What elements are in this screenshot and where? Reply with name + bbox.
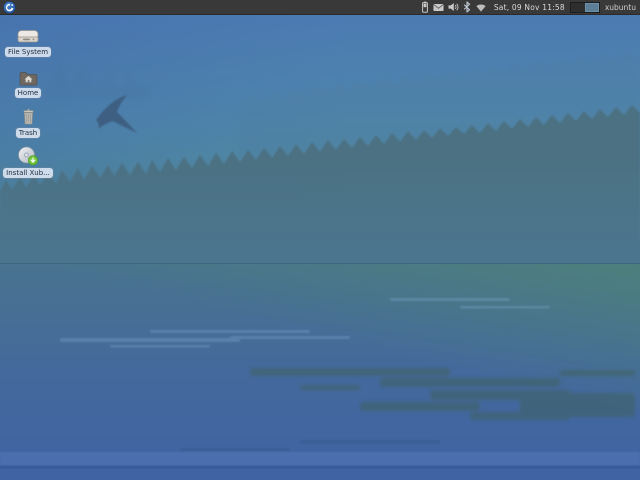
clock[interactable]: Sat, 09 Nov 11:58 — [494, 0, 565, 15]
desktop-icon-label: Trash — [15, 128, 41, 138]
bluetooth-icon[interactable] — [463, 1, 471, 13]
battery-icon[interactable] — [421, 1, 429, 13]
desktop-icon-home[interactable]: Home — [5, 66, 51, 98]
fog — [0, 158, 640, 268]
mail-icon[interactable] — [433, 3, 444, 12]
bottom-light-band — [0, 452, 640, 465]
volume-icon[interactable] — [448, 2, 459, 12]
home-folder-icon — [18, 66, 39, 86]
xubuntu-menu-icon — [2, 0, 16, 14]
bottom-dark-line — [0, 466, 640, 469]
desktop-icon-label: File System — [4, 47, 52, 57]
wallpaper-forest-lake — [0, 0, 640, 480]
drive-icon — [15, 25, 41, 45]
install-disc-icon — [17, 146, 39, 166]
desktop-icon-label: Install Xub... — [3, 168, 53, 178]
applications-menu-button[interactable] — [2, 0, 16, 14]
trash-icon — [21, 106, 36, 126]
top-panel: Sat, 09 Nov 11:58 xubuntu — [0, 0, 640, 15]
desktop-icon-file-system[interactable]: File System — [4, 25, 52, 57]
workspace-1[interactable] — [570, 2, 585, 12]
desktop-icon-install-xubuntu[interactable]: Install Xub... — [3, 146, 53, 178]
desktop-icon-label: Home — [14, 88, 42, 98]
session-user-label: xubuntu — [604, 2, 636, 12]
desktop-icon-trash[interactable]: Trash — [5, 106, 51, 138]
workspace-2[interactable] — [584, 2, 599, 12]
system-tray — [421, 1, 487, 13]
desktop[interactable]: File System Home Trash Install Xub... — [0, 0, 640, 480]
network-wifi-icon[interactable] — [475, 3, 487, 12]
workspace-switcher — [569, 1, 600, 13]
